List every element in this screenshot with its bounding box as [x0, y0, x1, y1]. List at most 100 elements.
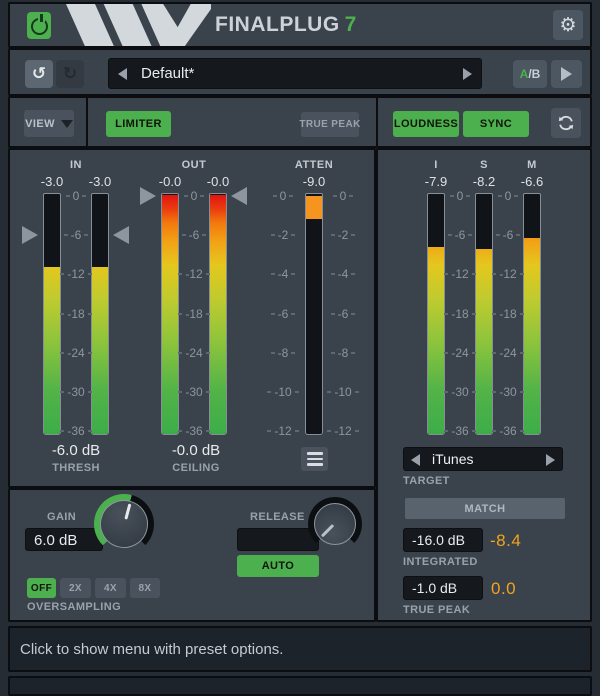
- oversampling-2x-button[interactable]: 2X: [60, 578, 91, 598]
- scale-tick: 0: [493, 188, 523, 204]
- target-selector[interactable]: iTunes: [403, 447, 563, 471]
- auto-release-button[interactable]: AUTO: [237, 555, 319, 577]
- integrated-label: INTEGRATED: [403, 556, 478, 568]
- target-value[interactable]: iTunes: [432, 448, 474, 471]
- meter-fill: [476, 249, 492, 434]
- out-right-meter-bar: [209, 193, 227, 435]
- brand-logo: [66, 4, 211, 46]
- integrated-target-field[interactable]: -16.0 dB: [403, 528, 483, 552]
- oversampling-off-button[interactable]: OFF: [27, 578, 56, 598]
- scale-tick: 0: [269, 188, 297, 204]
- scale-tick: -6: [445, 227, 475, 243]
- sync-toggle-button[interactable]: SYNC: [463, 111, 529, 137]
- integrated-target-value: -16.0 dB: [404, 529, 482, 552]
- gain-label: GAIN: [47, 511, 76, 523]
- gain-value: 6.0 dB: [26, 529, 102, 552]
- knob-pointer-icon: [321, 524, 334, 537]
- out-meter-scale: 0-6-12-18-24-30-36: [179, 193, 209, 435]
- true-peak-target-value: -1.0 dB: [404, 577, 482, 600]
- true-peak-readout: 0.0: [491, 579, 516, 599]
- true-peak-toggle-button[interactable]: TRUE PEAK: [301, 112, 359, 137]
- status-bar: Click to show menu with preset options.: [8, 626, 592, 672]
- ab-compare-button[interactable]: A/B: [513, 60, 547, 88]
- scale-tick: -8: [329, 345, 357, 361]
- scale-tick: -36: [445, 423, 475, 439]
- limiter-toolbar-panel: LIMITER TRUE PEAK: [86, 96, 378, 148]
- in-right-peak: -3.0: [80, 174, 120, 189]
- release-knob[interactable]: [308, 497, 362, 551]
- settings-button[interactable]: ⚙: [553, 10, 583, 40]
- scale-tick: -10: [329, 384, 357, 400]
- ceiling-value[interactable]: -0.0 dB: [154, 442, 238, 459]
- scale-tick: 0: [445, 188, 475, 204]
- header-panel: FINALPLUG7 ⚙: [8, 2, 592, 48]
- oversampling-4x-button[interactable]: 4X: [95, 578, 126, 598]
- meter-menu-button[interactable]: [301, 447, 328, 471]
- reset-loudness-button[interactable]: [551, 108, 581, 138]
- oversampling-8x-button[interactable]: 8X: [130, 578, 160, 598]
- preset-bar-panel: ↺ ↻ Default* A/B: [8, 48, 592, 96]
- release-field[interactable]: [237, 528, 319, 551]
- match-label: MATCH: [465, 503, 506, 515]
- loudness-scale-2: 0-6-12-18-24-30-36: [493, 193, 523, 435]
- integrated-meter-bar: [427, 193, 445, 435]
- ceiling-marker-right-icon[interactable]: [231, 187, 247, 205]
- scale-tick: -10: [269, 384, 297, 400]
- target-next-icon[interactable]: [546, 454, 555, 466]
- atten-meter-title: ATTEN: [284, 159, 344, 171]
- ab-label-a: A: [520, 67, 529, 81]
- in-left-meter-bar: [43, 193, 61, 435]
- preset-selector[interactable]: Default*: [108, 58, 482, 89]
- out-left-meter-bar: [161, 193, 179, 435]
- atten-peak: -9.0: [294, 174, 334, 189]
- threshold-marker-left-icon[interactable]: [22, 226, 38, 244]
- view-label: VIEW: [25, 118, 55, 130]
- target-prev-icon[interactable]: [411, 454, 420, 466]
- limiter-toggle-button[interactable]: LIMITER: [106, 111, 171, 137]
- preset-name[interactable]: Default*: [141, 59, 194, 89]
- scale-tick: -8: [269, 345, 297, 361]
- momentary-meter-title: M: [517, 159, 547, 171]
- scale-tick: -12: [179, 266, 209, 282]
- shortterm-meter-bar: [475, 193, 493, 435]
- gear-icon: ⚙: [559, 16, 576, 35]
- target-label: TARGET: [403, 475, 450, 487]
- status-text: Click to show menu with preset options.: [20, 641, 283, 658]
- ab-label-b: /B: [528, 67, 540, 81]
- shortterm-meter-title: S: [469, 159, 499, 171]
- brand-version: 7: [345, 13, 357, 36]
- undo-button[interactable]: ↺: [25, 60, 53, 88]
- scale-tick: -4: [269, 266, 297, 282]
- power-button[interactable]: [27, 12, 51, 39]
- gain-field[interactable]: 6.0 dB: [25, 528, 103, 551]
- out-left-peak: -0.0: [150, 174, 190, 189]
- threshold-marker-right-icon[interactable]: [113, 226, 129, 244]
- true-peak-target-field[interactable]: -1.0 dB: [403, 576, 483, 600]
- prev-preset-icon[interactable]: [118, 68, 127, 80]
- scale-tick: -18: [61, 306, 91, 322]
- scale-tick: -18: [445, 306, 475, 322]
- true-peak-label: TRUE PEAK: [299, 119, 360, 130]
- integrated-readout: -8.4: [490, 531, 521, 551]
- brand-name: FINALPLUG: [215, 13, 340, 36]
- view-menu-button[interactable]: VIEW: [24, 110, 74, 137]
- loudness-scale-1: 0-6-12-18-24-30-36: [445, 193, 475, 435]
- threshold-value[interactable]: -6.0 dB: [34, 442, 118, 459]
- in-meter-title: IN: [46, 159, 106, 171]
- scale-tick: -4: [329, 266, 357, 282]
- next-preset-icon[interactable]: [463, 68, 472, 80]
- scale-tick: 0: [61, 188, 91, 204]
- redo-button[interactable]: ↻: [56, 60, 84, 88]
- ceiling-marker-left-icon[interactable]: [140, 187, 156, 205]
- threshold-label: THRESH: [34, 462, 118, 474]
- scale-tick: -30: [445, 384, 475, 400]
- gain-knob[interactable]: [94, 494, 154, 554]
- scale-tick: -24: [445, 345, 475, 361]
- scale-tick: -30: [493, 384, 523, 400]
- loudness-toggle-button[interactable]: LOUDNESS: [393, 111, 459, 137]
- oversampling-4x-label: 4X: [104, 583, 117, 594]
- ab-copy-button[interactable]: [551, 60, 582, 88]
- match-button[interactable]: MATCH: [405, 498, 565, 519]
- scale-tick: -36: [493, 423, 523, 439]
- scale-tick: 0: [329, 188, 357, 204]
